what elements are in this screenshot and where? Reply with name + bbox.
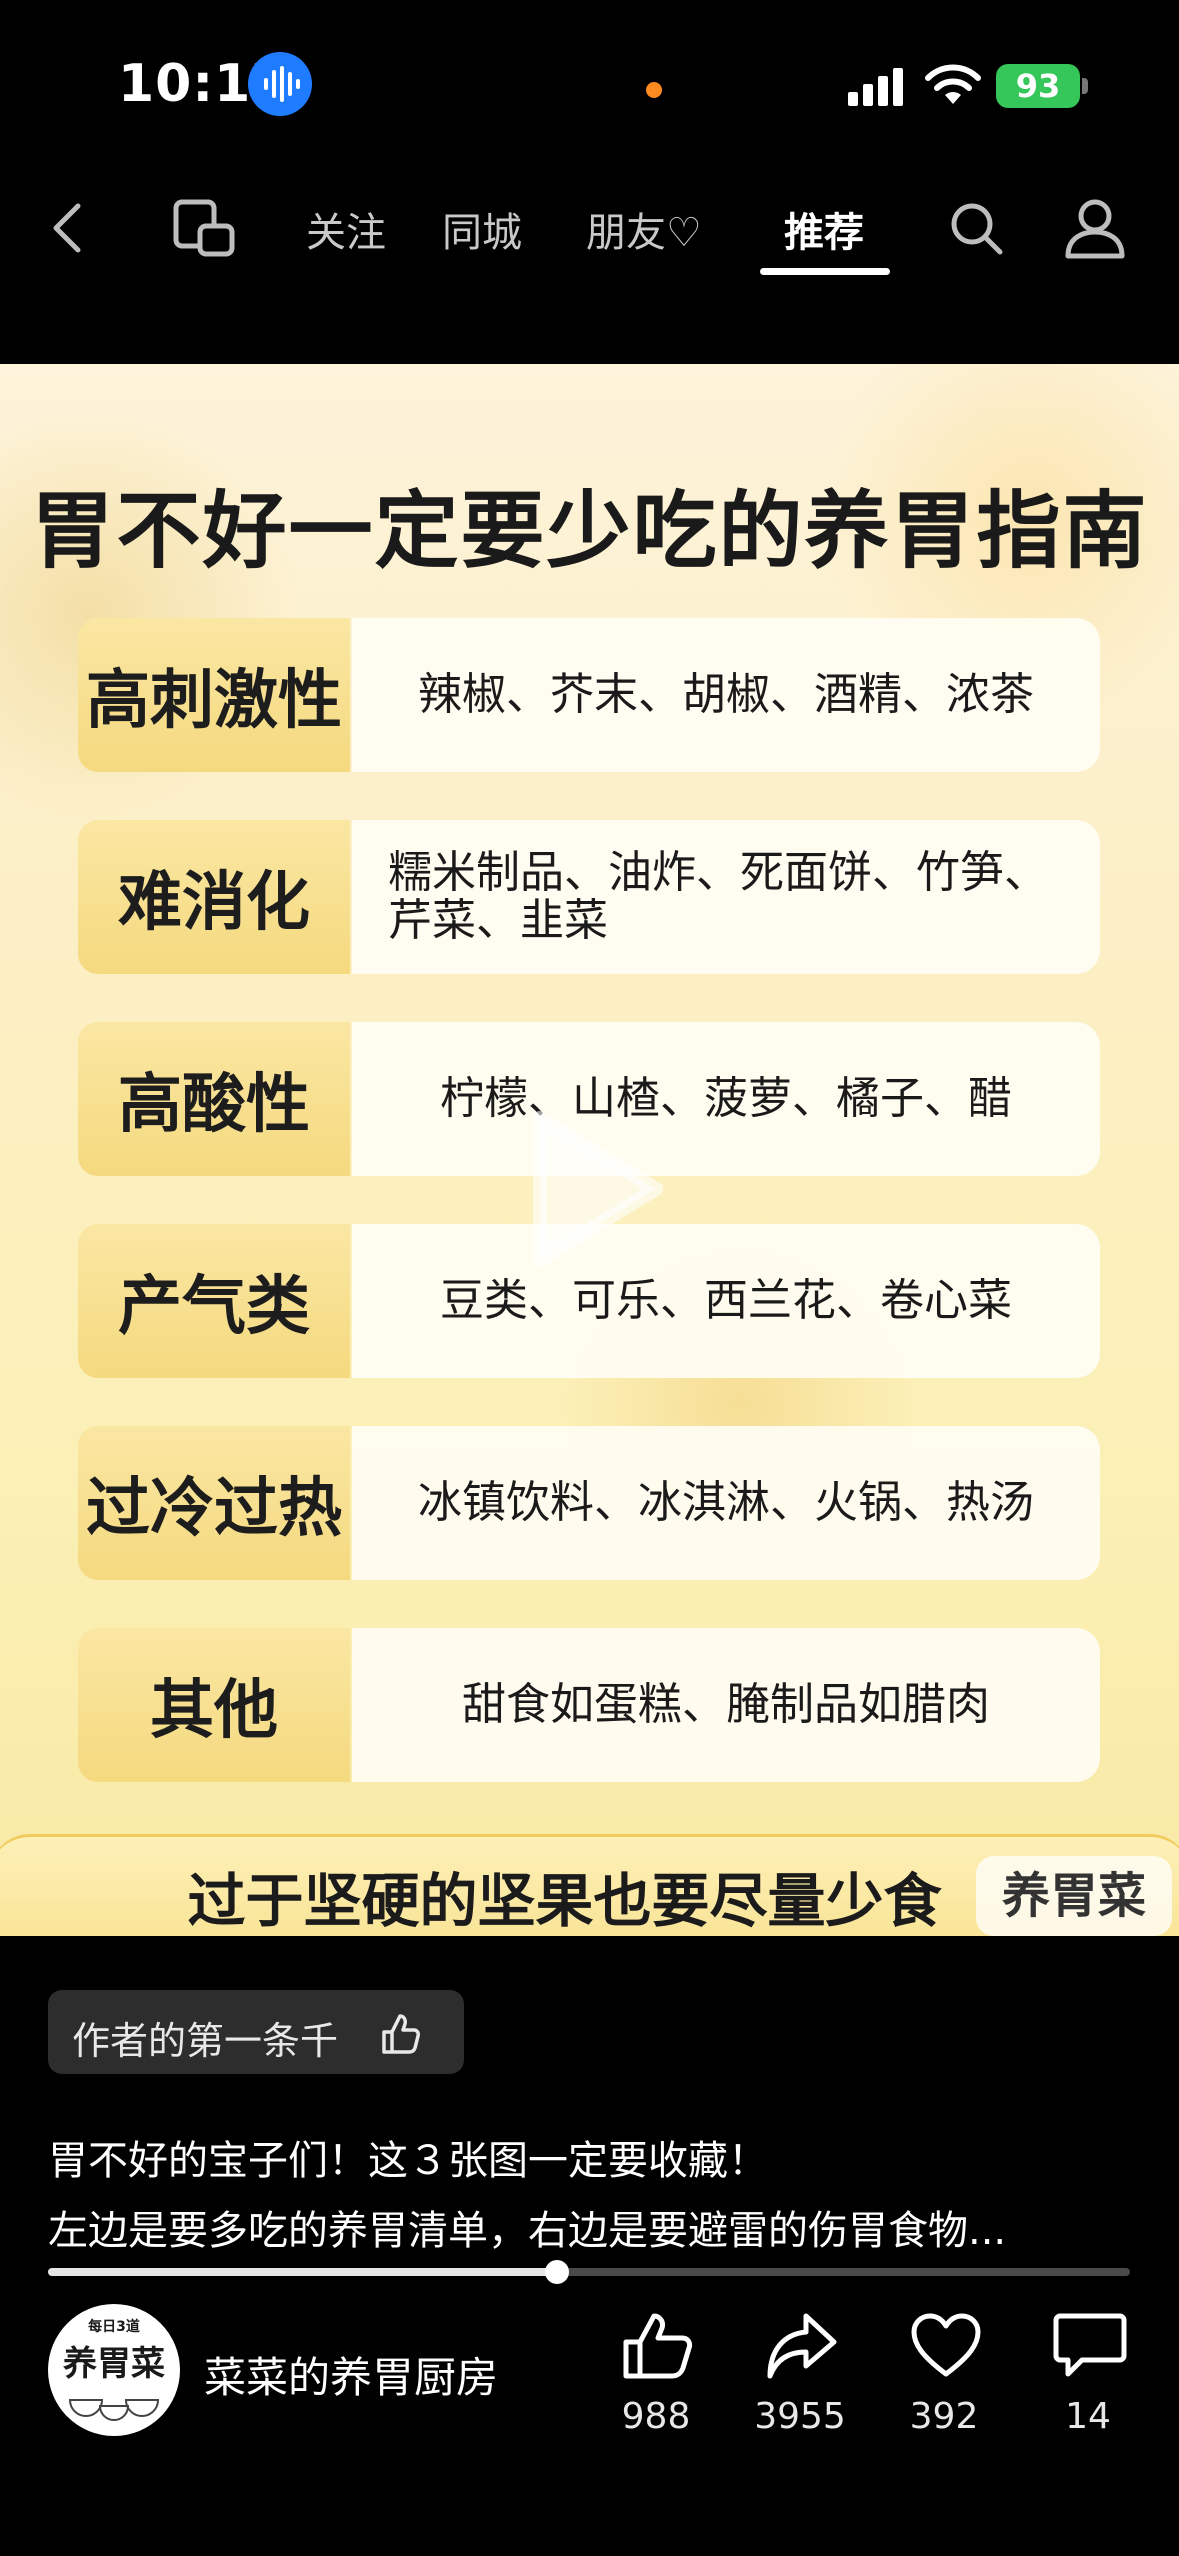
- wifi-icon: [924, 64, 982, 108]
- author-name[interactable]: 菜菜的养胃厨房: [204, 2344, 498, 2405]
- category-label: 难消化: [78, 820, 350, 974]
- category-items: 豆类、可乐、西兰花、卷心菜: [352, 1224, 1100, 1378]
- search-icon[interactable]: [946, 198, 1006, 258]
- post-description-line2[interactable]: 左边是要多吃的养胃清单，右边是要避雷的伤胃食物...: [48, 2198, 1006, 2256]
- category-items: 甜食如蛋糕、腌制品如腊肉: [352, 1628, 1100, 1782]
- category-label: 过冷过热: [78, 1426, 350, 1580]
- like-icon[interactable]: [620, 2310, 696, 2382]
- profile-icon[interactable]: [1064, 196, 1126, 260]
- avatar-subtext: 每日3道: [88, 2319, 140, 2335]
- cellular-signal-icon: [846, 66, 906, 106]
- battery-icon: 93: [996, 64, 1080, 108]
- tab-follow[interactable]: 关注: [306, 200, 386, 258]
- mirror-screen-icon[interactable]: [172, 198, 238, 260]
- video-player[interactable]: 胃不好一定要少吃的养胃指南 高刺激性 辣椒、芥末、胡椒、酒精、浓茶 难消化 糯米…: [0, 364, 1179, 1936]
- play-icon[interactable]: [520, 1104, 670, 1274]
- category-label: 产气类: [78, 1224, 350, 1378]
- favorite-count: 392: [909, 2396, 979, 2437]
- watermark-logo: 养胃菜: [976, 1856, 1172, 1936]
- category-label: 高酸性: [78, 1022, 350, 1176]
- comment-icon[interactable]: [1052, 2310, 1128, 2382]
- category-label: 高刺激性: [78, 618, 350, 772]
- food-category-row: 过冷过热 冰镇饮料、冰淇淋、火锅、热汤: [78, 1426, 1100, 1580]
- category-label: 其他: [78, 1628, 350, 1782]
- video-progress-fill: [48, 2268, 557, 2276]
- avatar[interactable]: 每日3道 养胃菜: [48, 2304, 180, 2436]
- thumbs-up-icon: [378, 2012, 422, 2056]
- video-progress-handle[interactable]: [545, 2260, 569, 2284]
- back-icon[interactable]: [44, 196, 92, 260]
- bowls-illustration: [68, 2399, 160, 2421]
- category-items: 辣椒、芥末、胡椒、酒精、浓茶: [352, 618, 1100, 772]
- battery-cap: [1082, 78, 1088, 94]
- series-tag-text: 作者的第一条千: [72, 2019, 339, 2063]
- share-count: 3955: [754, 2396, 846, 2437]
- voice-recording-icon[interactable]: [248, 52, 312, 116]
- share-icon[interactable]: [764, 2310, 840, 2382]
- category-items: 冰镇饮料、冰淇淋、火锅、热汤: [352, 1426, 1100, 1580]
- category-items: 糯米制品、油炸、死面饼、竹笋、芹菜、韭菜: [352, 820, 1100, 974]
- like-count: 988: [621, 2396, 691, 2437]
- tab-local[interactable]: 同城: [442, 200, 522, 258]
- tab-recommend[interactable]: 推荐: [784, 200, 864, 258]
- food-category-row: 其他 甜食如蛋糕、腌制品如腊肉: [78, 1628, 1100, 1782]
- post-description-line1[interactable]: 胃不好的宝子们！这３张图一定要收藏！: [48, 2128, 768, 2186]
- active-tab-indicator: [760, 268, 890, 275]
- avatar-logo-text: 养胃菜: [63, 2344, 165, 2384]
- favorite-icon[interactable]: [908, 2310, 984, 2382]
- food-category-row: 难消化 糯米制品、油炸、死面饼、竹笋、芹菜、韭菜: [78, 820, 1100, 974]
- poster-title: 胃不好一定要少吃的养胃指南: [30, 481, 1149, 580]
- category-items: 柠檬、山楂、菠萝、橘子、醋: [352, 1022, 1100, 1176]
- privacy-indicator-dot: [646, 82, 662, 98]
- comment-count: 14: [1065, 2396, 1111, 2437]
- food-category-row: 高刺激性 辣椒、芥末、胡椒、酒精、浓茶: [78, 618, 1100, 772]
- battery-level: 93: [1015, 67, 1061, 105]
- tab-friends[interactable]: 朋友♡: [586, 200, 702, 258]
